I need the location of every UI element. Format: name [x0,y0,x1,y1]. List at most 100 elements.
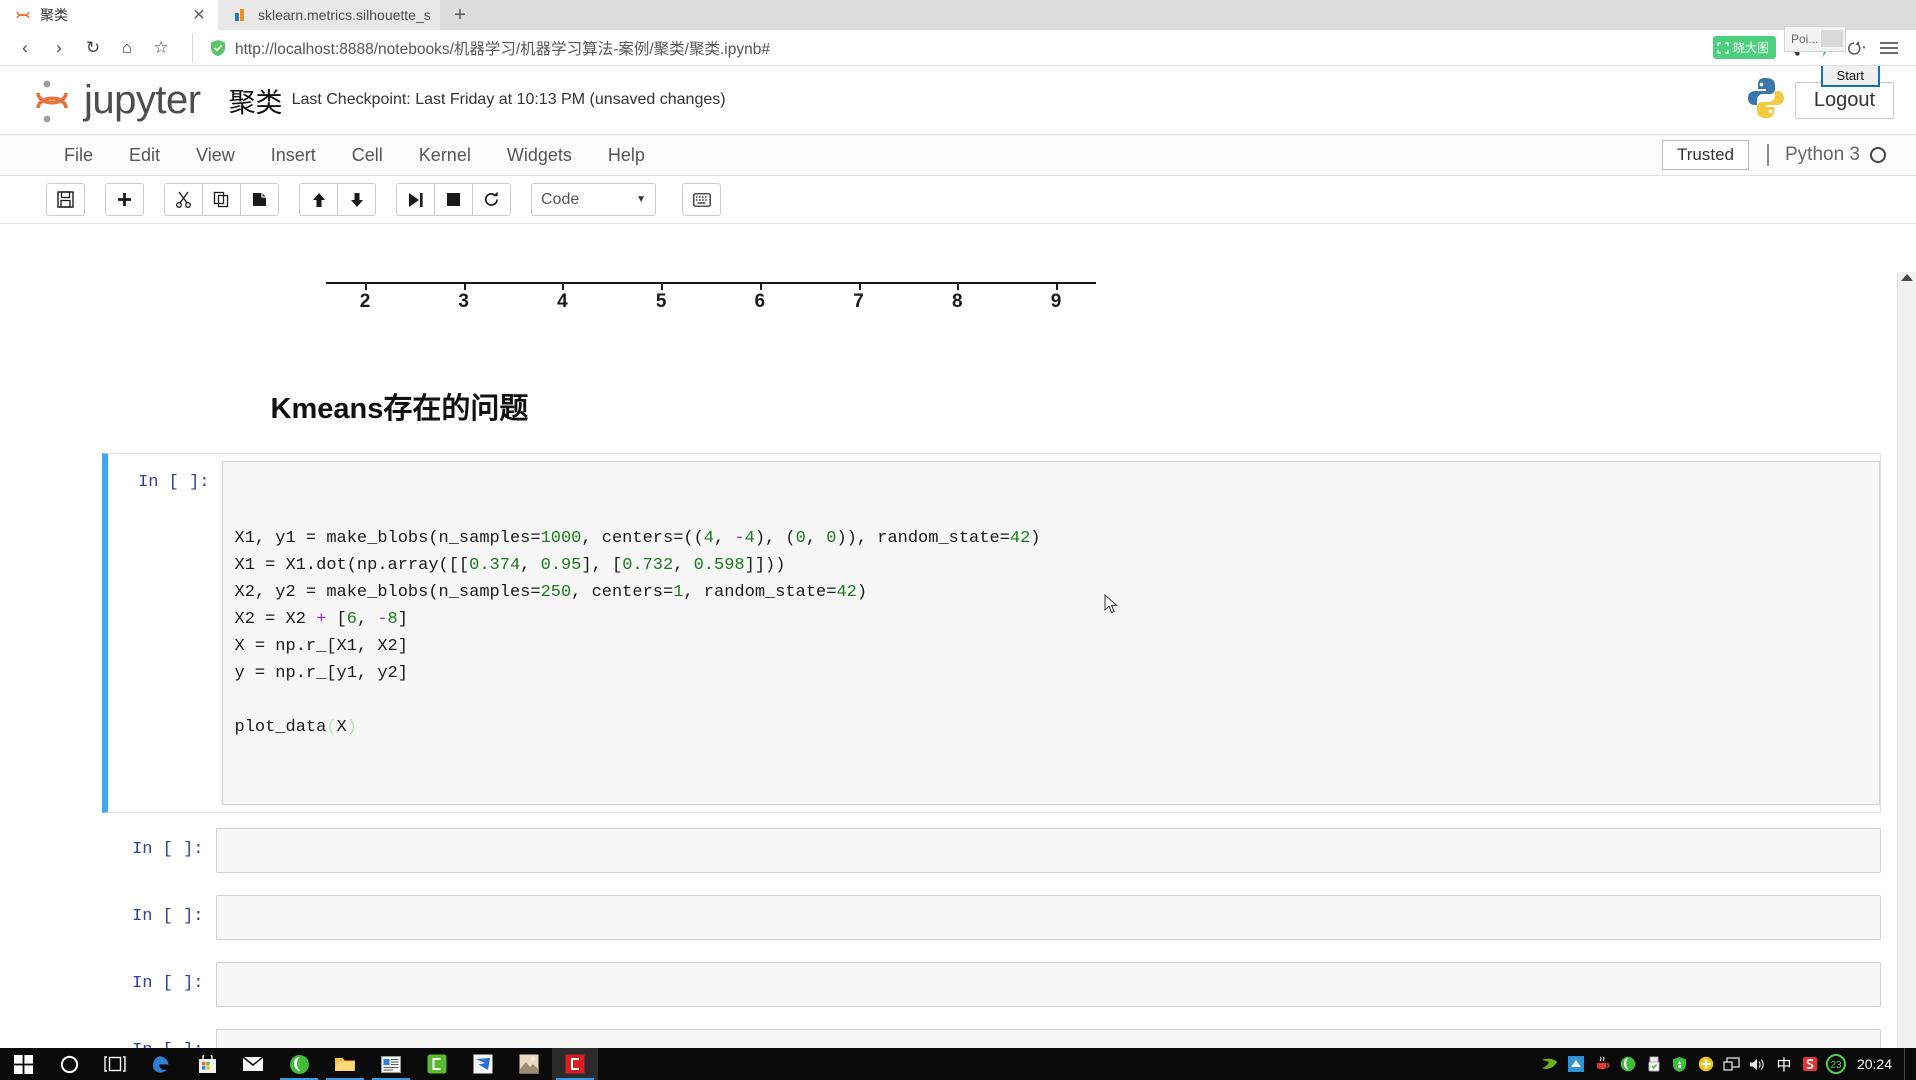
taskbar-clock[interactable]: 20:24 [1849,1048,1904,1080]
xaxis-tick [858,282,861,290]
code-editor[interactable]: X1, y1 = make_blobs(n_samples=1000, cent… [221,461,1880,805]
explorer-taskbar-button[interactable] [322,1048,368,1080]
code-cell-selected[interactable]: In [ ]: X1, y1 = make_blobs(n_samples=10… [101,453,1881,813]
toolbar-group-move [299,183,376,216]
menu-view[interactable]: View [178,136,253,175]
menubar-right: Trusted Python 3 [1661,140,1916,170]
show-desktop-button[interactable] [1904,1048,1912,1080]
insert-cell-below-button[interactable] [105,183,144,216]
browser-360-taskbar-button[interactable] [276,1048,322,1080]
toolbar-group-save [46,183,85,216]
copy-cell-button[interactable] [202,183,241,216]
interrupt-kernel-button[interactable] [434,183,473,216]
screenshot-extension-label: 晓大图 [1732,41,1769,55]
xaxis-tick [1056,282,1058,290]
360-tray-icon[interactable] [1615,1048,1641,1080]
screenshot-extension-badge[interactable]: 晓大图 [1712,36,1776,59]
code-cell-empty[interactable]: In [ ]: [102,1022,1881,1048]
menu-cell[interactable]: Cell [334,136,401,175]
volume-tray-icon[interactable] [1745,1048,1771,1080]
history-dropdown-icon[interactable] [1842,34,1872,62]
trusted-badge[interactable]: Trusted [1661,140,1749,170]
address-bar[interactable]: http://localhost:8888/notebooks/机器学习/机器学… [192,32,1707,63]
start-tooltip[interactable]: Start [1820,66,1880,87]
foxmail-taskbar-button[interactable] [460,1048,506,1080]
code-editor[interactable] [215,895,1881,940]
menu-widgets[interactable]: Widgets [489,136,590,175]
close-tab-icon[interactable]: ✕ [190,5,208,25]
cortana-search-button[interactable] [46,1048,92,1080]
code-editor[interactable] [215,1029,1881,1048]
windows-taskbar: 中 23 20:24 [0,1048,1916,1080]
svg-text:23: 23 [1830,1060,1842,1071]
scroll-up-arrow-icon[interactable] [1901,274,1913,281]
image-editor-icon [519,1054,539,1074]
menu-file[interactable]: File [46,136,111,175]
pycharm-taskbar-button[interactable] [552,1048,598,1080]
mail-taskbar-button[interactable] [230,1048,276,1080]
nvidia-tray-icon[interactable] [1537,1048,1563,1080]
edge-taskbar-button[interactable] [138,1048,184,1080]
code-cell-empty[interactable]: In [ ]: [102,821,1881,880]
code-editor[interactable] [215,828,1881,873]
menu-edit[interactable]: Edit [111,136,178,175]
hamburger-menu-icon[interactable] [1874,34,1904,62]
notebook-vertical-scrollbar[interactable] [1897,272,1916,1048]
xaxis-tick-label: 6 [754,291,766,312]
mail-icon [242,1056,264,1071]
cut-cell-button[interactable] [164,183,203,216]
code-cell-empty[interactable]: In [ ]: [102,955,1881,1014]
code-cell-empty[interactable]: In [ ]: [102,888,1881,947]
reload-button[interactable]: ↻ [76,33,110,63]
browser-tab-title: 聚类 [40,7,68,23]
menu-kernel[interactable]: Kernel [401,136,489,175]
notebook-scroll-region[interactable]: 2 3 4 5 6 7 8 9 Kmeans存在的问题 In [ ]: X1, y1 = ma… [0,272,1916,1048]
restart-kernel-button[interactable] [472,183,511,216]
start-button[interactable] [0,1048,46,1080]
update-tray-icon[interactable] [1693,1048,1719,1080]
notebook-name[interactable]: 聚类 [229,81,283,120]
ime-language-indicator[interactable]: 中 [1771,1054,1797,1075]
edge-icon [153,1056,169,1073]
back-button[interactable]: ‹ [8,33,42,63]
network-tray-icon[interactable] [1563,1048,1589,1080]
move-cell-up-button[interactable] [299,183,338,216]
run-cell-button[interactable] [396,183,435,216]
jupyter-menubar: File Edit View Insert Cell Kernel Widget… [0,134,1916,176]
save-button[interactable] [46,183,85,216]
code-editor[interactable] [215,962,1881,1007]
notes-taskbar-button[interactable] [368,1048,414,1080]
java-tray-icon[interactable] [1589,1048,1615,1080]
command-palette-button[interactable] [682,183,721,216]
move-cell-down-button[interactable] [337,183,376,216]
xaxis-tick-label: 2 [359,291,371,312]
usb-tray-icon[interactable] [1641,1048,1667,1080]
home-button[interactable]: ⌂ [110,33,144,63]
toolbar-group-clipboard [164,183,279,216]
paste-cell-button[interactable] [240,183,279,216]
jupyter-logo-text: jupyter [84,77,201,122]
counter-badge-tray-icon[interactable]: 23 [1823,1048,1849,1080]
browser-tab-jupyter[interactable]: 聚类 ✕ [0,0,218,30]
store-taskbar-button[interactable] [184,1048,230,1080]
kernel-indicator[interactable]: Python 3 [1767,144,1886,166]
logout-button[interactable]: Logout [1794,81,1894,119]
cell-type-select[interactable]: Code ▼ [531,183,656,216]
new-tab-button[interactable]: + [440,0,480,30]
menu-insert[interactable]: Insert [253,136,334,175]
extension-popup[interactable]: Poi... [1784,25,1846,52]
photoshop-taskbar-button[interactable] [506,1048,552,1080]
sogou-input-tray-icon[interactable] [1797,1048,1823,1080]
task-view-button[interactable] [92,1048,138,1080]
browser-tab-sklearn[interactable]: sklearn.metrics.silhouette_sco [218,0,440,30]
security-tray-icon[interactable] [1667,1048,1693,1080]
360-browser-icon [289,1054,309,1074]
news-icon [381,1055,401,1073]
wechat-taskbar-button[interactable] [414,1048,460,1080]
bookmark-star-icon[interactable]: ☆ [144,33,178,63]
menu-help[interactable]: Help [590,136,663,175]
forward-button[interactable]: › [42,33,76,63]
display-tray-icon[interactable] [1719,1048,1745,1080]
checkpoint-status: Last Checkpoint: Last Friday at 10:13 PM… [291,91,726,108]
jupyter-logo[interactable]: jupyter [36,75,201,125]
